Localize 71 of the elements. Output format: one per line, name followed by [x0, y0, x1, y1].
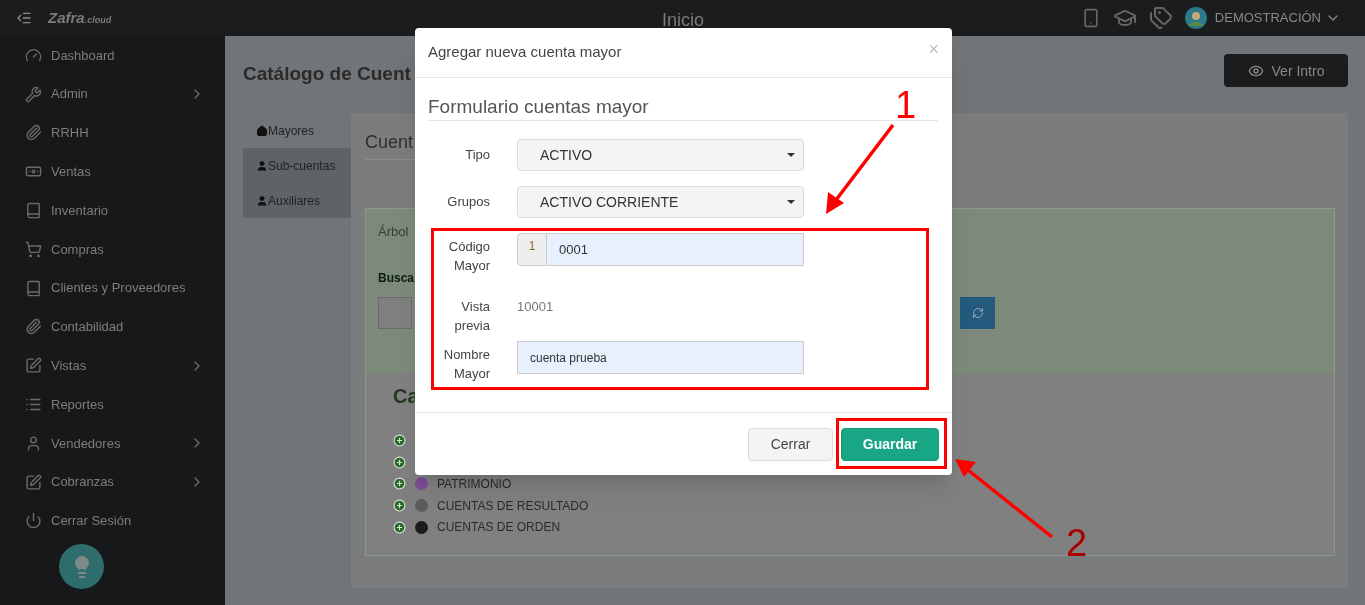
input-field[interactable]: cuenta prueba	[517, 341, 804, 374]
search-field[interactable]	[378, 296, 412, 329]
sidebar-item[interactable]: Compras	[0, 230, 225, 269]
preview-value: 10001	[517, 298, 554, 316]
modal-title: Agregar nueva cuenta mayor	[428, 42, 622, 63]
clip-icon	[25, 318, 42, 336]
house-icon	[256, 124, 268, 137]
field-label: Tipo	[464, 146, 490, 164]
page-heading: Catálogo de Cuent	[243, 62, 411, 86]
help-button[interactable]	[59, 544, 104, 589]
user-icon	[25, 434, 42, 452]
gauge-icon	[25, 46, 42, 64]
tree-item[interactable]: CUENTAS DE RESULTADO	[437, 496, 589, 515]
search-label: Busca	[378, 269, 412, 287]
prefix-addon: 1	[517, 233, 547, 266]
expand-icon[interactable]	[393, 477, 406, 491]
sidebar-item[interactable]: RRHH	[0, 113, 225, 153]
expand-icon[interactable]	[393, 520, 406, 534]
power-icon	[25, 512, 42, 530]
user-icon	[256, 194, 268, 207]
tab[interactable]: Sub-cuentas	[243, 148, 351, 183]
caret-icon	[787, 153, 795, 157]
panel-title: Árbol	[378, 223, 410, 241]
clip-icon	[25, 124, 42, 142]
tree-item[interactable]: PATRIMONIO	[437, 475, 512, 493]
field-label: Grupos	[446, 193, 490, 211]
edit-icon	[25, 357, 42, 375]
expand-icon[interactable]	[393, 455, 406, 469]
caret-icon	[787, 200, 795, 204]
tab[interactable]: Auxiliares	[243, 183, 351, 218]
sidebar-item[interactable]: Cerrar Sesión	[0, 501, 225, 541]
select-field[interactable]: ACTIVO CORRIENTE	[517, 186, 804, 218]
cart-icon	[25, 240, 42, 258]
save-button[interactable]: Guardar	[841, 427, 939, 461]
field-label: Vista previa	[453, 298, 490, 335]
sidebar-item[interactable]: Ventas	[0, 152, 225, 192]
section-title: Cuent	[365, 132, 414, 152]
tree-item[interactable]: CUENTAS DE ORDEN	[437, 518, 561, 537]
menu-icon[interactable]	[16, 10, 32, 26]
book-icon	[25, 202, 42, 220]
input-field[interactable]: 0001	[547, 233, 804, 266]
edit-icon	[25, 473, 42, 491]
wrench-icon	[25, 85, 42, 103]
sidebar-item[interactable]: Dashboard	[0, 36, 225, 75]
sidebar-item[interactable]: Vistas	[0, 346, 225, 386]
cancel-button[interactable]: Cerrar	[748, 427, 833, 461]
tags-icon[interactable]	[1148, 6, 1173, 30]
sidebar-item[interactable]: Admin	[0, 74, 225, 114]
expand-icon[interactable]	[393, 434, 406, 448]
form-title: Formulario cuentas mayor	[428, 96, 649, 117]
brand-logo[interactable]: Zafra.cloud	[48, 6, 112, 30]
expand-icon[interactable]	[393, 499, 406, 513]
sidebar-item[interactable]: Inventario	[0, 191, 225, 230]
page-title: Inicio	[662, 9, 705, 32]
select-field[interactable]: ACTIVO	[517, 139, 804, 171]
sidebar-item[interactable]: Cobranzas	[0, 462, 225, 502]
book-icon	[25, 279, 42, 297]
sidebar-item[interactable]: Vendedores	[0, 423, 225, 463]
sidebar-item[interactable]: Clientes y Proveedores	[0, 268, 225, 308]
user-icon	[256, 159, 268, 172]
annotation-number: 2	[1066, 524, 1088, 562]
sidebar-item[interactable]: Reportes	[0, 385, 225, 424]
sidebar-item[interactable]: Contabilidad	[0, 307, 225, 347]
tab[interactable]: Mayores	[243, 113, 351, 148]
annotation-number: 1	[895, 86, 917, 124]
field-label: Nombre Mayor	[442, 346, 490, 383]
refresh-icon	[971, 306, 984, 319]
user-menu[interactable]: DEMOSTRACIÓN	[1184, 7, 1341, 29]
intro-button[interactable]: Ver Intro	[1224, 54, 1348, 87]
field-label: Código Mayor	[447, 238, 490, 275]
avatar-icon	[1184, 7, 1207, 29]
